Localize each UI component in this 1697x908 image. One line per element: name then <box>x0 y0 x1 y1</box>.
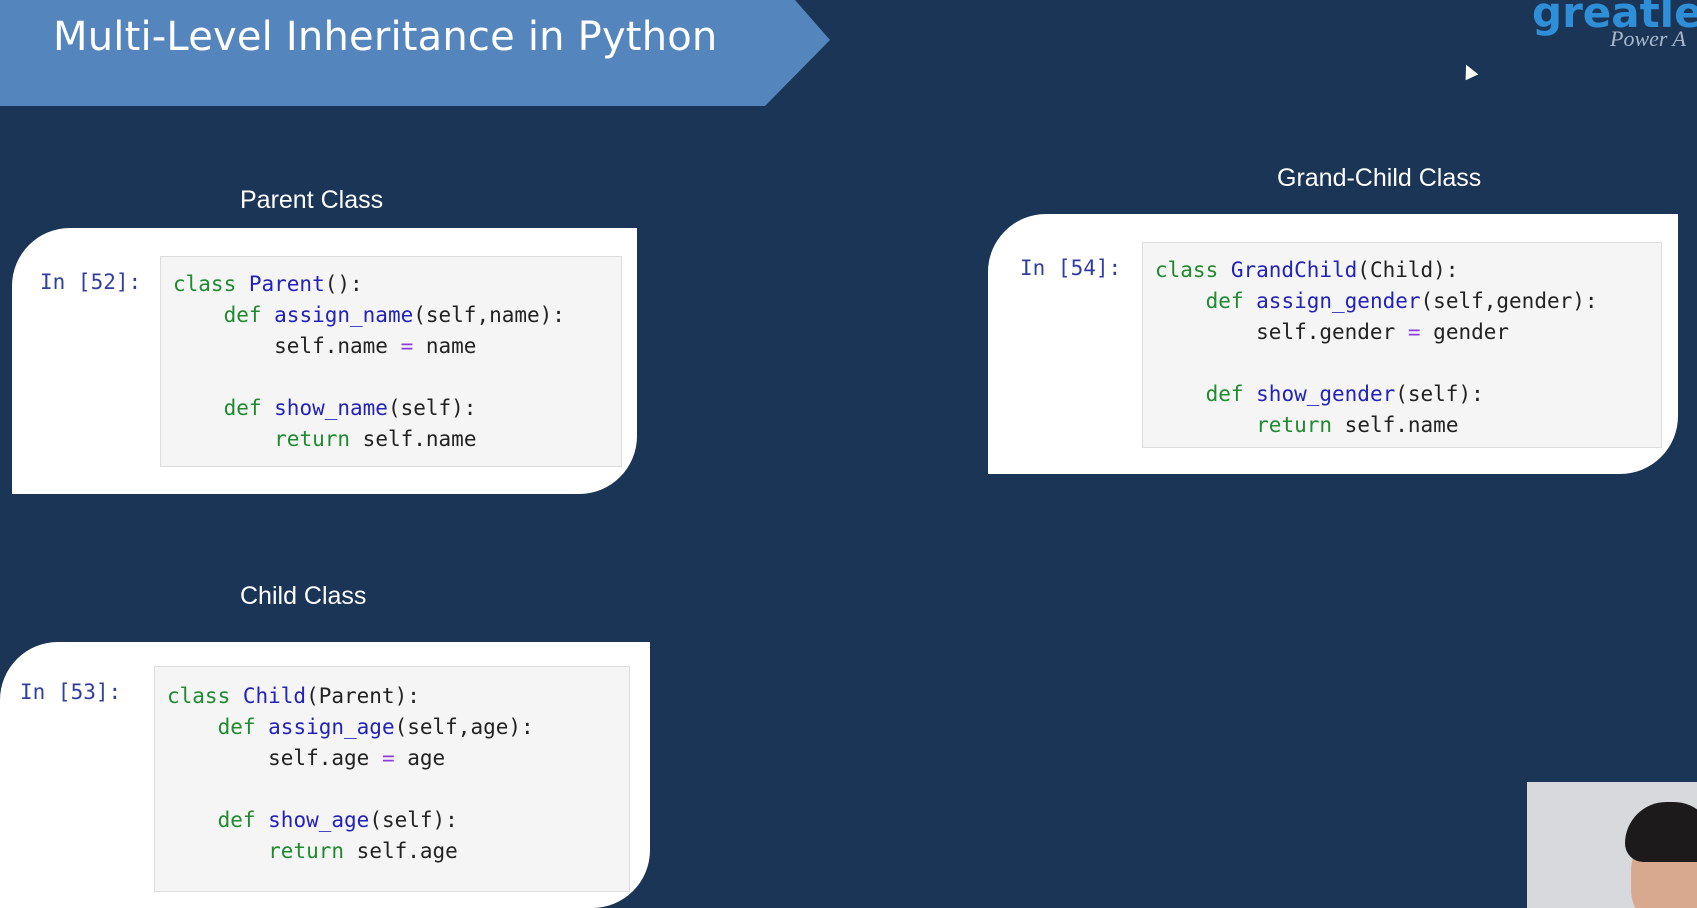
code-token: = <box>1407 320 1421 344</box>
code-token: return <box>1256 413 1345 437</box>
code-token: show_age <box>268 808 370 832</box>
code-line: def show_age(self): <box>167 805 617 836</box>
code-token: name <box>413 334 477 358</box>
code-token: (self,age): <box>394 715 534 739</box>
code-token: class <box>167 684 243 708</box>
code-line: return self.age <box>167 836 617 867</box>
code-token: gender <box>1420 320 1510 344</box>
code-line: def show_gender(self): <box>1155 379 1649 410</box>
code-token: (self): <box>1395 382 1484 406</box>
mouse-pointer-icon <box>1459 61 1479 81</box>
code-token: def <box>217 808 269 832</box>
code-line: self.name = name <box>173 331 609 362</box>
cell-prompt: In [54]: <box>1020 256 1122 280</box>
code-token: (self,gender): <box>1420 289 1598 313</box>
code-token: = <box>381 746 395 770</box>
code-line: class GrandChild(Child): <box>1155 255 1649 286</box>
grandchild-class-label: Grand-Child Class <box>1277 164 1482 192</box>
code-token: self.age <box>356 839 458 863</box>
code-token: return <box>268 839 357 863</box>
cell-prompt: In [53]: <box>20 680 122 704</box>
code-token: self.gender <box>1155 320 1408 344</box>
code-token: class <box>173 272 249 296</box>
code-line: return self.name <box>173 424 609 455</box>
code-cell-parent[interactable]: class Parent(): def assign_name(self,nam… <box>160 256 622 467</box>
code-token: = <box>400 334 414 358</box>
code-token: class <box>1155 258 1231 282</box>
code-token: self.name <box>173 334 401 358</box>
child-class-card: In [53]: class Child(Parent): def assign… <box>0 642 650 908</box>
parent-class-label: Parent Class <box>240 186 384 214</box>
code-token: def <box>223 396 275 420</box>
code-token: (self,name): <box>413 303 565 327</box>
presenter-hair <box>1625 802 1697 862</box>
grandchild-class-card: In [54]: class GrandChild(Child): def as… <box>988 214 1678 474</box>
code-token: age <box>394 746 446 770</box>
code-token: Parent <box>248 272 325 296</box>
code-line: def assign_gender(self,gender): <box>1155 286 1649 317</box>
code-token: Child <box>242 684 307 708</box>
code-cell-child[interactable]: class Child(Parent): def assign_age(self… <box>154 666 630 892</box>
code-token: self.name <box>1344 413 1459 437</box>
slide-title: Multi-Level Inheritance in Python <box>53 14 718 60</box>
parent-class-card: In [52]: class Parent(): def assign_name… <box>12 228 637 494</box>
code-line: def show_name(self): <box>173 393 609 424</box>
cell-prompt: In [52]: <box>40 270 142 294</box>
code-token: (Child): <box>1357 258 1459 282</box>
code-token: (): <box>324 272 363 296</box>
code-token: assign_age <box>268 715 395 739</box>
code-token: return <box>274 427 363 451</box>
code-token: show_gender <box>1256 382 1396 406</box>
code-token: def <box>217 715 269 739</box>
code-line: def assign_name(self,name): <box>173 300 609 331</box>
code-token: show_name <box>274 396 388 420</box>
code-line: class Parent(): <box>173 269 609 300</box>
code-token: self.name <box>362 427 477 451</box>
presenter-webcam <box>1527 782 1697 908</box>
code-token: (self): <box>369 808 458 832</box>
code-line: class Child(Parent): <box>167 681 617 712</box>
code-token: (Parent): <box>306 684 420 708</box>
code-cell-grandchild[interactable]: class GrandChild(Child): def assign_gend… <box>1142 242 1662 448</box>
code-token: def <box>1205 382 1257 406</box>
code-token: (self): <box>387 396 477 420</box>
code-token: def <box>223 303 275 327</box>
brand-logo: greatle Power A <box>1532 0 1697 58</box>
code-line: self.gender = gender <box>1155 317 1649 348</box>
code-line: def assign_age(self,age): <box>167 712 617 743</box>
child-class-label: Child Class <box>240 582 367 610</box>
code-token: GrandChild <box>1230 258 1358 282</box>
code-token: self.age <box>167 746 382 770</box>
logo-tagline: Power A <box>1610 26 1686 51</box>
code-token: assign_gender <box>1256 289 1421 313</box>
code-line: self.age = age <box>167 743 617 774</box>
code-token: assign_name <box>274 303 414 327</box>
code-token: def <box>1205 289 1257 313</box>
code-line: return self.name <box>1155 410 1649 441</box>
